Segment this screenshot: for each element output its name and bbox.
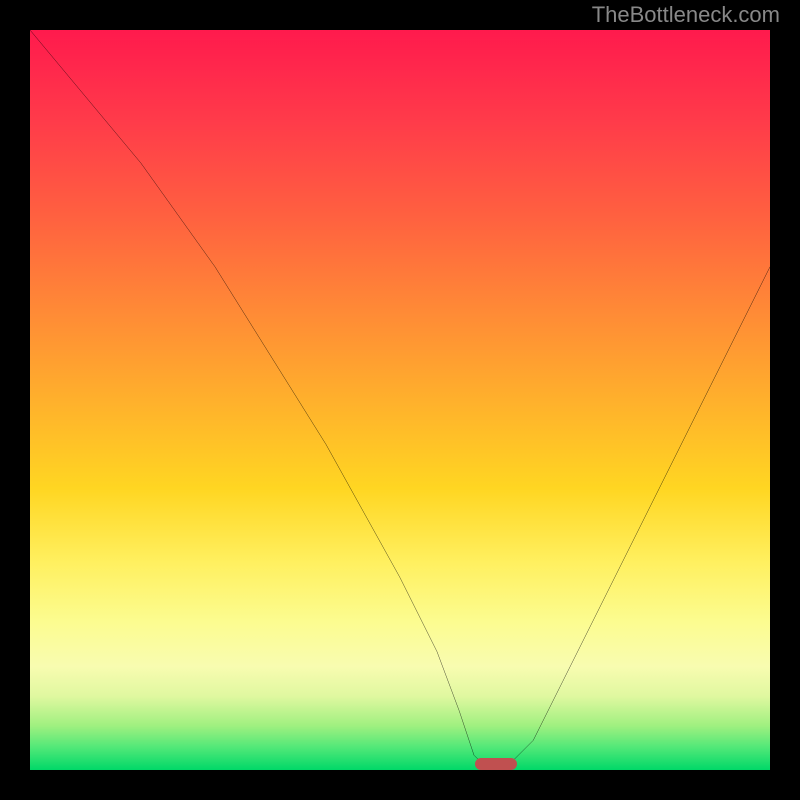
optimal-point-marker xyxy=(475,758,517,770)
chart-curve-svg xyxy=(30,30,770,770)
watermark-text: TheBottleneck.com xyxy=(592,2,780,28)
bottleneck-curve xyxy=(30,30,770,770)
chart-plot-area xyxy=(30,30,770,770)
